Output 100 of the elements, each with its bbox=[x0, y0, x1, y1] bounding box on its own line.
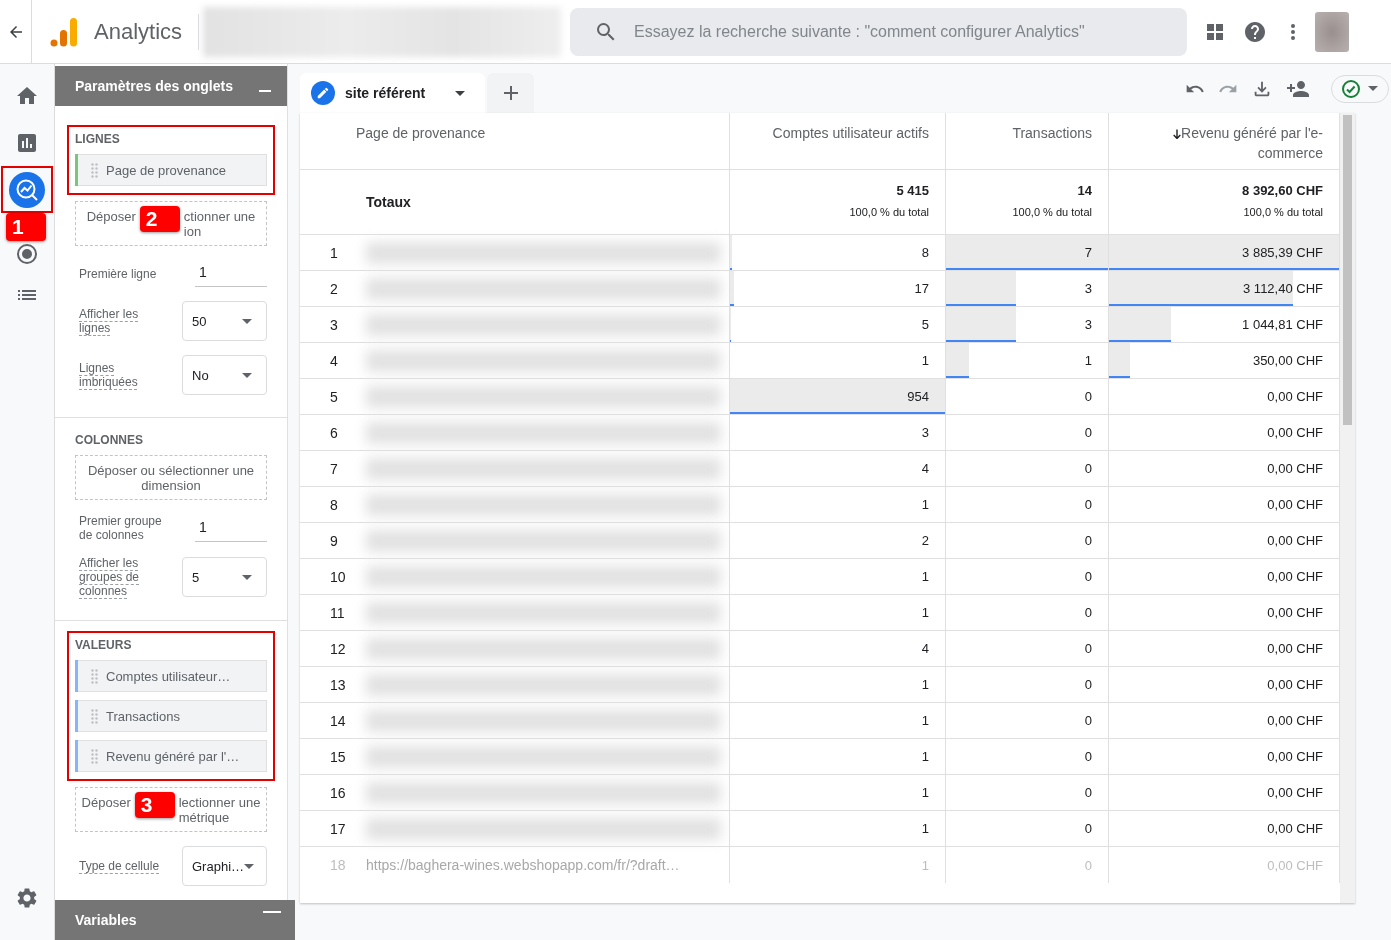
row-number: 11 bbox=[330, 604, 345, 621]
row-number: 17 bbox=[330, 820, 346, 837]
drag-handle-icon bbox=[91, 748, 98, 764]
metric-value: 1 bbox=[921, 497, 929, 512]
metric-value: 0,00 CHF bbox=[1267, 713, 1323, 728]
add-tab-button[interactable] bbox=[487, 73, 534, 113]
metric-value: 0 bbox=[1084, 605, 1092, 620]
row-number: 8 bbox=[330, 496, 338, 513]
metric-value: 1 bbox=[921, 605, 929, 620]
metric-value: 4 bbox=[921, 641, 929, 656]
row-number: 3 bbox=[330, 316, 338, 333]
column-header[interactable]: Revenu généré par l'e-commerce bbox=[1119, 123, 1323, 163]
field-label: Afficher les lignes bbox=[79, 307, 140, 335]
total-value: 14 bbox=[1077, 183, 1092, 198]
search-field[interactable]: Essayez la recherche suivante : "comment configurer Analytics" bbox=[570, 7, 1188, 56]
caret-icon bbox=[244, 863, 255, 869]
total-value: 5 415 bbox=[896, 183, 929, 198]
metric-value: 0 bbox=[1084, 389, 1092, 404]
metric-value: 0,00 CHF bbox=[1267, 641, 1323, 656]
caret-icon bbox=[1368, 86, 1378, 91]
metric-value: 0,00 CHF bbox=[1267, 461, 1323, 476]
metric-value: 0,00 CHF bbox=[1267, 569, 1323, 584]
row-number: 13 bbox=[330, 676, 346, 693]
step-number-callout: 1 bbox=[6, 213, 46, 241]
caret-icon bbox=[242, 574, 252, 580]
metric-value: 1 bbox=[921, 821, 929, 836]
drop-zone[interactable]: Déposer 3 lectionner une métrique bbox=[75, 787, 267, 832]
metric-value: 3 bbox=[921, 425, 929, 440]
row-number: 1 bbox=[330, 244, 338, 261]
settings-icon bbox=[15, 886, 39, 910]
nav-item[interactable] bbox=[9, 171, 45, 208]
dimension-chip[interactable]: Comptes utilisateur… bbox=[75, 660, 267, 692]
metric-value: 0 bbox=[1084, 425, 1092, 440]
metric-value: 3 885,39 CHF bbox=[1242, 245, 1323, 260]
row-number: 15 bbox=[330, 748, 346, 765]
more-vertical-icon bbox=[1291, 23, 1296, 40]
more-button[interactable] bbox=[1291, 23, 1296, 40]
row-number: 4 bbox=[330, 352, 338, 369]
metric-value: 0 bbox=[1084, 497, 1092, 512]
metric-value: 0,00 CHF bbox=[1267, 677, 1323, 692]
scrollbar[interactable] bbox=[1340, 113, 1355, 903]
help-button[interactable] bbox=[1243, 19, 1268, 44]
report-tab[interactable]: site référent bbox=[300, 73, 485, 113]
scrollbar-thumb[interactable] bbox=[1343, 115, 1352, 425]
metric-value: 0 bbox=[1084, 461, 1092, 476]
drop-zone[interactable]: Déposer ou sélectionner une dimension bbox=[75, 455, 267, 500]
metric-value: 8 bbox=[921, 245, 929, 260]
drag-handle-icon bbox=[91, 668, 98, 684]
page-url: https://baghera-wines.webshopapp.com/fr/?draft… bbox=[366, 857, 680, 873]
metric-value: 0,00 CHF bbox=[1267, 497, 1323, 512]
target-icon bbox=[17, 244, 37, 264]
apps-grid-icon bbox=[1207, 23, 1224, 40]
metric-value: 3 112,40 CHF bbox=[1243, 281, 1323, 296]
settings-button[interactable] bbox=[15, 886, 39, 910]
sort-arrow-icon bbox=[1173, 129, 1181, 139]
metric-value: 0,00 CHF bbox=[1267, 749, 1323, 764]
row-number: 2 bbox=[330, 280, 338, 297]
dropdown[interactable]: 5 bbox=[182, 557, 267, 597]
step-number-callout: 3 bbox=[134, 792, 175, 818]
analytics-logo-icon bbox=[50, 16, 78, 47]
caret-icon bbox=[242, 372, 252, 378]
metric-value: 1 bbox=[921, 569, 929, 584]
metric-value: 0,00 CHF bbox=[1267, 389, 1323, 404]
row-number: 16 bbox=[330, 784, 346, 801]
metric-value: 0 bbox=[1084, 857, 1092, 873]
metric-value: 7 bbox=[1084, 245, 1092, 260]
caret-icon bbox=[455, 90, 465, 96]
total-share: 100,0 % du total bbox=[1243, 206, 1323, 218]
metric-value: 0,00 CHF bbox=[1267, 821, 1323, 836]
metric-value: 5 bbox=[921, 317, 929, 332]
dropdown[interactable]: 50 bbox=[182, 301, 267, 341]
panel-title: Paramètres des onglets bbox=[75, 78, 233, 94]
row-number: 10 bbox=[330, 568, 346, 585]
metric-value: 1 bbox=[1084, 353, 1092, 368]
column-header[interactable]: Transactions bbox=[956, 123, 1092, 143]
row-number: 14 bbox=[330, 712, 346, 729]
row-number: 12 bbox=[330, 640, 346, 657]
total-value: 8 392,60 CHF bbox=[1242, 183, 1323, 198]
dimension-chip[interactable]: Transactions bbox=[75, 700, 267, 732]
field-label: Première ligne bbox=[79, 266, 158, 281]
account-avatar[interactable] bbox=[1315, 11, 1350, 52]
apps-button[interactable] bbox=[1207, 23, 1224, 40]
metric-value: 3 bbox=[1084, 281, 1092, 296]
explore-icon bbox=[16, 178, 38, 201]
column-header[interactable]: Page de provenance bbox=[356, 123, 699, 143]
section-heading: COLONNES bbox=[75, 433, 144, 447]
help-icon bbox=[1243, 19, 1268, 44]
caret-icon bbox=[242, 318, 252, 324]
dimension-chip[interactable]: Revenu généré par l'… bbox=[75, 740, 267, 772]
dropdown[interactable]: No bbox=[182, 355, 267, 395]
column-header[interactable]: Comptes utilisateur actifs bbox=[740, 123, 929, 143]
dropdown[interactable]: Graphi… bbox=[182, 846, 267, 886]
metric-value: 4 bbox=[921, 461, 929, 476]
dimension-chip[interactable]: Page de provenance bbox=[75, 154, 267, 186]
field-label: Type de cellule bbox=[79, 859, 161, 873]
drop-zone[interactable]: Déposer 2 ctionner une ion bbox=[75, 201, 267, 246]
field-label: Afficher les groupes de colonnes bbox=[79, 556, 141, 598]
metric-value: 1 bbox=[921, 857, 929, 873]
row-number: 9 bbox=[330, 532, 338, 549]
metric-value: 0,00 CHF bbox=[1267, 605, 1323, 620]
